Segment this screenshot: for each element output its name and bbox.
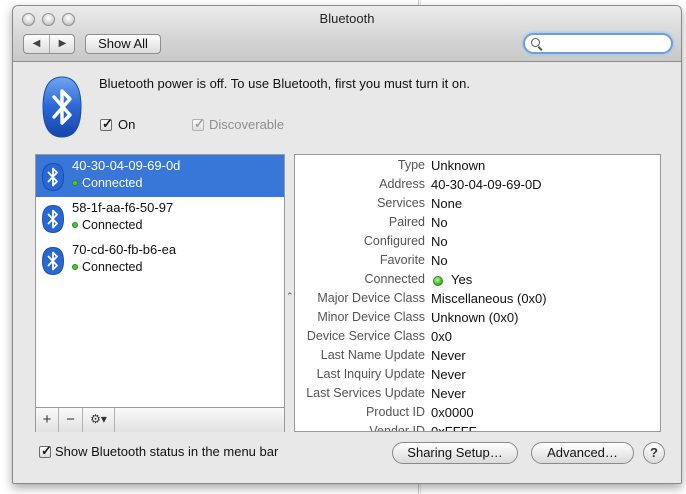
power-status-message: Bluetooth power is off. To use Bluetooth… bbox=[99, 76, 470, 91]
property-row: Configured No bbox=[295, 234, 660, 253]
show-in-menu-bar-label: Show Bluetooth status in the menu bar bbox=[55, 444, 279, 459]
device-name: 70-cd-60-fb-b6-ea bbox=[72, 242, 177, 257]
help-icon[interactable]: ? bbox=[643, 442, 665, 464]
property-key: Last Services Update bbox=[306, 386, 425, 400]
device-list-item[interactable]: 40-30-04-09-69-0d Connected bbox=[36, 155, 284, 197]
property-row: Favorite No bbox=[295, 253, 660, 272]
property-row: Services None bbox=[295, 196, 660, 215]
property-key: Product ID bbox=[365, 405, 425, 419]
property-key: Paired bbox=[388, 215, 425, 229]
bluetooth-icon bbox=[42, 205, 64, 233]
property-value: Unknown (0x0) bbox=[431, 310, 519, 325]
bluetooth-icon bbox=[42, 163, 64, 191]
property-key: Configured bbox=[363, 234, 425, 248]
sharing-setup-button[interactable]: Sharing Setup… bbox=[392, 442, 518, 464]
device-name: 40-30-04-09-69-0d bbox=[72, 158, 181, 173]
device-details-panel: Type Unknown Address 40-30-04-09-69-0D Ser… bbox=[294, 154, 661, 432]
property-key: Favorite bbox=[379, 253, 425, 267]
device-status: Connected bbox=[82, 176, 143, 190]
property-value: No bbox=[431, 234, 448, 249]
device-list-item[interactable]: 58-1f-aa-f6-50-97 Connected bbox=[36, 197, 284, 239]
property-row: Last Inquiry Update Never bbox=[295, 367, 660, 386]
property-row: Minor Device Class Unknown (0x0) bbox=[295, 310, 660, 329]
bluetooth-icon bbox=[42, 247, 64, 275]
gear-icon[interactable]: ⚙▾ bbox=[83, 408, 115, 432]
advanced-button[interactable]: Advanced… bbox=[531, 442, 634, 464]
property-row: Connected Yes bbox=[295, 272, 660, 291]
device-list: 40-30-04-09-69-0d Connected 58-1f-aa-f6-… bbox=[35, 154, 285, 432]
property-key: Connected bbox=[364, 272, 425, 286]
property-row: Type Unknown bbox=[295, 158, 660, 177]
property-key: Type bbox=[397, 158, 425, 172]
show-in-menu-bar-checkbox[interactable]: ✓ bbox=[39, 443, 52, 458]
connected-status-dot bbox=[72, 222, 78, 228]
bluetooth-preferences-window: Bluetooth ◀ ▶ Show All Bluetooth power i… bbox=[12, 5, 682, 484]
property-row: Vendor ID 0xFFFF bbox=[295, 424, 660, 432]
property-value: Never bbox=[431, 348, 466, 363]
property-value: 0x0000 bbox=[431, 405, 474, 420]
back-button[interactable]: ◀ bbox=[24, 35, 50, 53]
device-list-toolbar: + − ⚙▾ bbox=[36, 407, 284, 432]
property-value: 40-30-04-09-69-0D bbox=[431, 177, 542, 192]
titlebar: Bluetooth ◀ ▶ Show All bbox=[13, 6, 681, 62]
remove-device-button[interactable]: − bbox=[59, 408, 83, 432]
property-key: Services bbox=[377, 196, 425, 210]
connected-status-dot bbox=[72, 264, 78, 270]
on-checkbox-label: On bbox=[118, 117, 136, 132]
on-checkbox[interactable]: ✓ bbox=[100, 116, 113, 131]
property-row: Major Device Class Miscellaneous (0x0) bbox=[295, 291, 660, 310]
forward-button[interactable]: ▶ bbox=[50, 35, 75, 53]
connected-status-dot bbox=[72, 180, 78, 186]
property-value: None bbox=[431, 196, 463, 211]
property-key: Vendor ID bbox=[369, 424, 425, 432]
property-value: 0xFFFF bbox=[431, 424, 477, 432]
property-row: Paired No bbox=[295, 215, 660, 234]
property-row: Last Services Update Never bbox=[295, 386, 660, 405]
property-value: Never bbox=[431, 386, 466, 401]
device-status: Connected bbox=[82, 260, 143, 274]
checkmark-icon: ✓ bbox=[102, 116, 113, 131]
property-key: Address bbox=[379, 177, 425, 191]
property-key: Last Inquiry Update bbox=[316, 367, 425, 381]
property-row: Address 40-30-04-09-69-0D bbox=[295, 177, 660, 196]
discoverable-checkbox-label: Discoverable bbox=[209, 117, 285, 132]
window-title: Bluetooth bbox=[319, 11, 375, 26]
checkmark-icon: ✓ bbox=[41, 443, 52, 458]
property-key: Device Service Class bbox=[306, 329, 425, 343]
split-view-handle[interactable]: ⌃ bbox=[286, 291, 294, 302]
add-device-button[interactable]: + bbox=[36, 408, 59, 432]
property-row: Product ID 0x0000 bbox=[295, 405, 660, 424]
navigation-segmented-control: ◀ ▶ bbox=[23, 34, 75, 54]
property-value: Unknown bbox=[431, 158, 486, 173]
property-key: Minor Device Class bbox=[317, 310, 425, 324]
property-value: Yes bbox=[451, 272, 473, 287]
search-field[interactable] bbox=[523, 33, 673, 54]
property-row: Device Service Class 0x0 bbox=[295, 329, 660, 348]
show-all-button[interactable]: Show All bbox=[85, 34, 161, 54]
property-value: No bbox=[431, 253, 448, 268]
property-row: Last Name Update Never bbox=[295, 348, 660, 367]
discoverable-checkbox[interactable]: ✓ bbox=[192, 116, 205, 131]
device-status: Connected bbox=[82, 218, 143, 232]
property-value: Never bbox=[431, 367, 466, 382]
property-value: No bbox=[431, 215, 448, 230]
property-key: Last Name Update bbox=[320, 348, 425, 362]
device-list-item[interactable]: 70-cd-60-fb-b6-ea Connected bbox=[36, 239, 284, 281]
bluetooth-icon bbox=[42, 76, 82, 138]
property-key: Major Device Class bbox=[317, 291, 425, 305]
checkmark-icon: ✓ bbox=[194, 116, 205, 131]
property-value: 0x0 bbox=[431, 329, 452, 344]
property-value: Miscellaneous (0x0) bbox=[431, 291, 547, 306]
device-name: 58-1f-aa-f6-50-97 bbox=[72, 200, 174, 215]
connected-indicator-icon bbox=[433, 276, 443, 286]
search-icon bbox=[531, 38, 540, 47]
